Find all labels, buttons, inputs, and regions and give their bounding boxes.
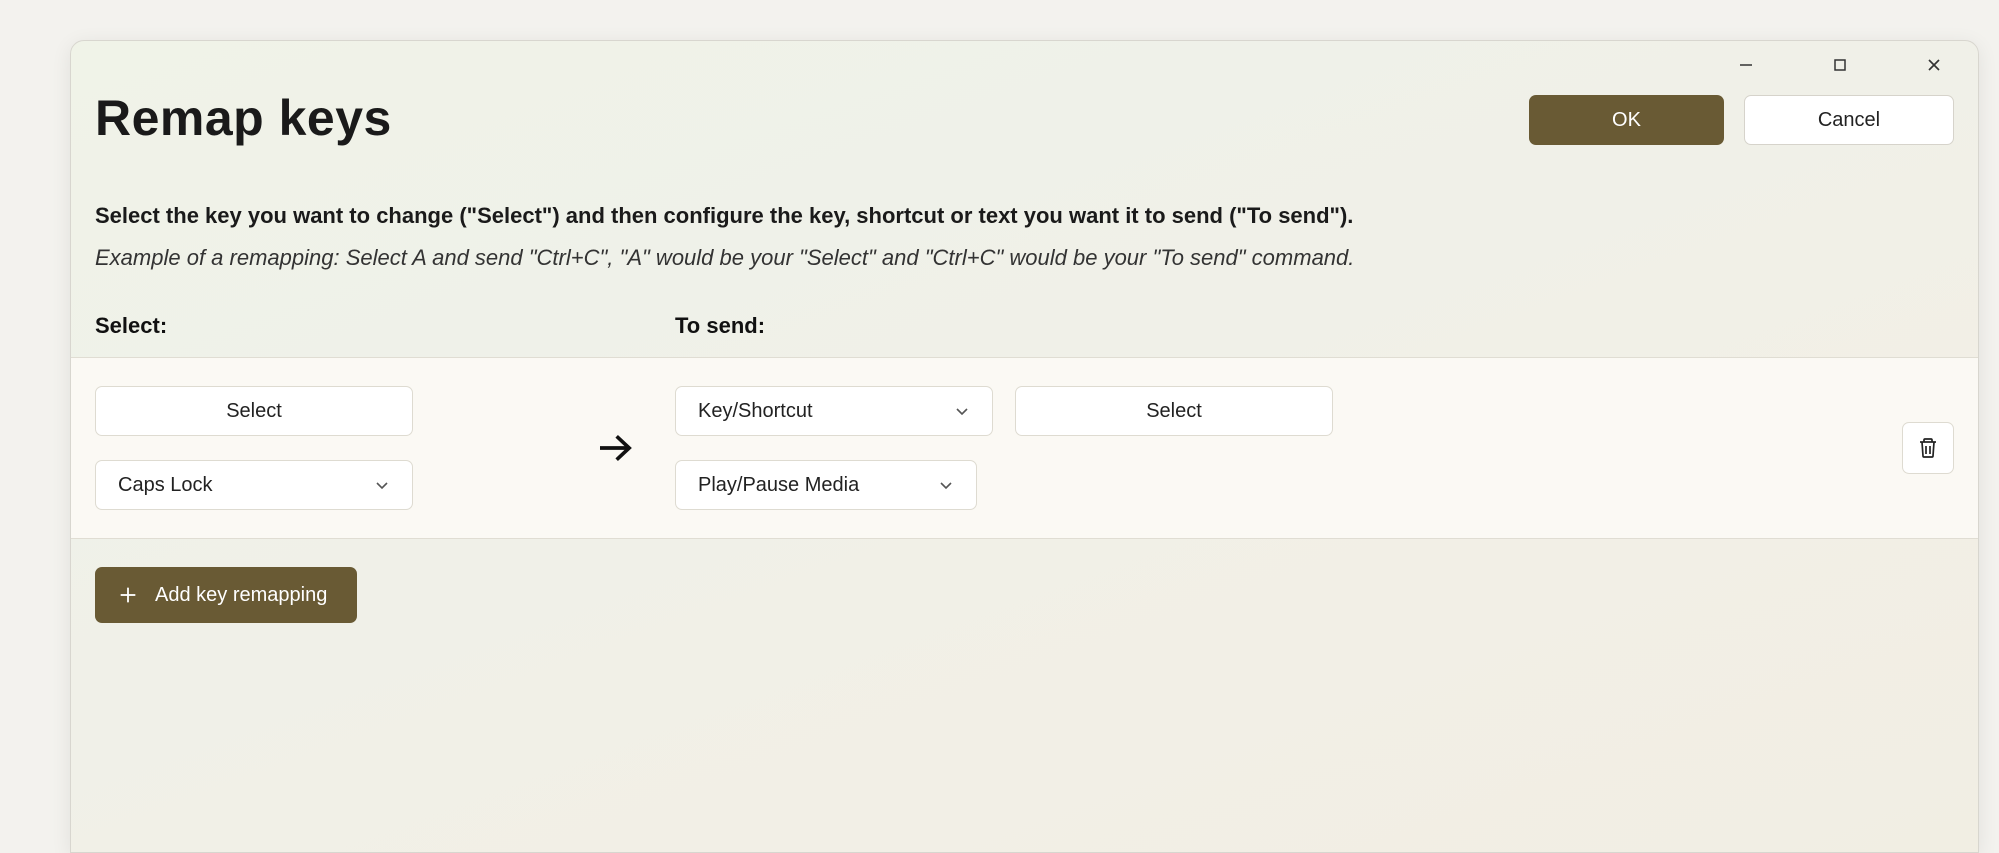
target-key-dropdown[interactable]: Play/Pause Media — [675, 460, 977, 510]
cancel-button[interactable]: Cancel — [1744, 95, 1954, 145]
send-type-value: Key/Shortcut — [698, 400, 813, 423]
column-headers: Select: To send: — [95, 313, 1954, 357]
col-header-select: Select: — [95, 313, 675, 339]
titlebar — [71, 41, 1978, 81]
close-icon — [1926, 57, 1942, 73]
source-key-dropdown[interactable]: Caps Lock — [95, 460, 413, 510]
col-header-to-send: To send: — [675, 313, 1954, 339]
minimize-button[interactable] — [1726, 50, 1766, 80]
remap-keys-dialog: Remap keys OK Cancel Select the key you … — [70, 40, 1979, 853]
chevron-down-icon — [954, 403, 970, 419]
ok-button[interactable]: OK — [1529, 95, 1724, 145]
chevron-down-icon — [374, 477, 390, 493]
chevron-down-icon — [938, 477, 954, 493]
add-remapping-button[interactable]: Add key remapping — [95, 567, 357, 623]
remap-row: Select Caps Lock Key/Shortcut — [71, 357, 1978, 539]
source-key-value: Caps Lock — [118, 474, 213, 497]
source-select-button[interactable]: Select — [95, 386, 413, 436]
close-button[interactable] — [1914, 50, 1954, 80]
send-type-dropdown[interactable]: Key/Shortcut — [675, 386, 993, 436]
dialog-title: Remap keys — [95, 89, 392, 147]
maximize-button[interactable] — [1820, 50, 1860, 80]
add-remapping-label: Add key remapping — [155, 584, 327, 607]
minimize-icon — [1738, 57, 1754, 73]
example-text: Example of a remapping: Select A and sen… — [95, 245, 1954, 271]
instruction-text: Select the key you want to change ("Sele… — [95, 203, 1954, 229]
target-key-value: Play/Pause Media — [698, 474, 859, 497]
trash-icon — [1916, 436, 1940, 460]
maximize-icon — [1832, 57, 1848, 73]
arrow-right-icon — [595, 428, 635, 468]
target-select-button[interactable]: Select — [1015, 386, 1333, 436]
delete-row-button[interactable] — [1902, 422, 1954, 474]
plus-icon — [117, 584, 139, 606]
